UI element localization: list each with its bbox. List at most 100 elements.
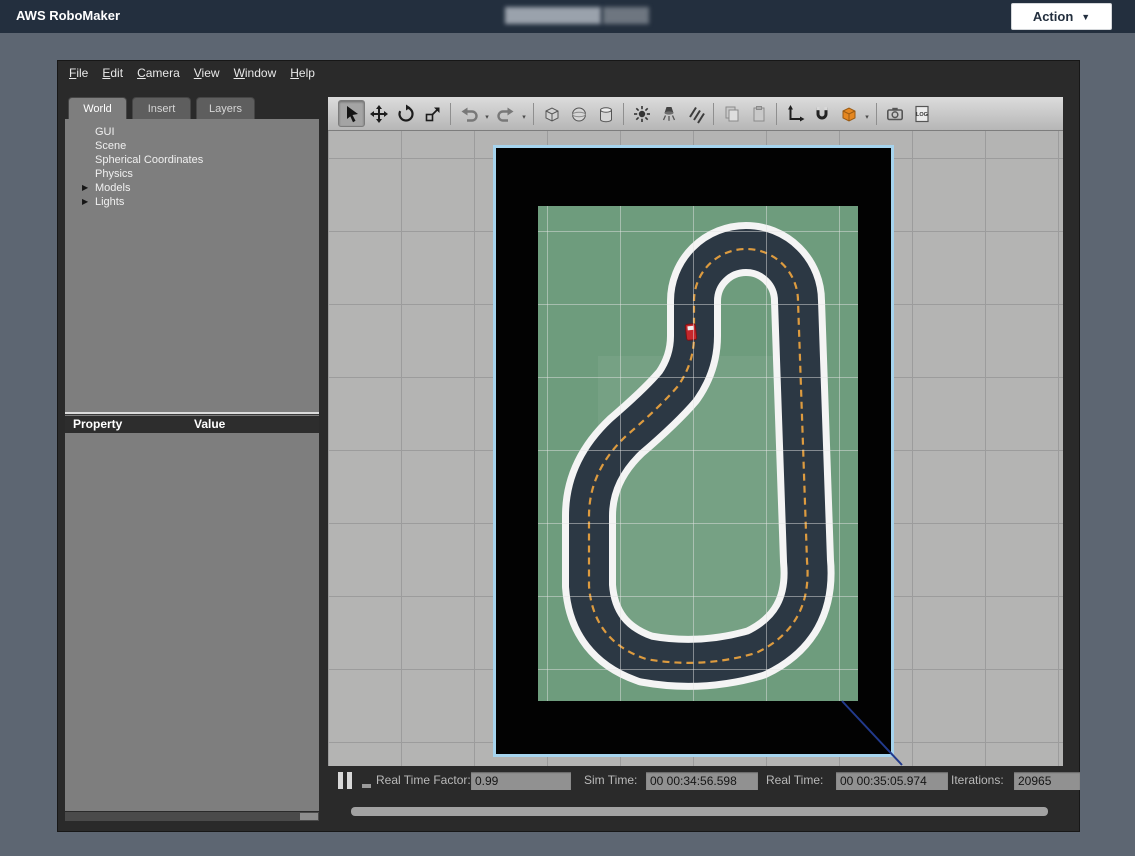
tree-item-label: Spherical Coordinates — [95, 154, 203, 166]
menubar: File Edit Camera View Window Help — [58, 61, 1079, 85]
tree-item-label: Lights — [95, 196, 124, 208]
panel-splitter[interactable] — [65, 412, 319, 415]
scale-icon — [423, 104, 443, 124]
tree-item-label: GUI — [95, 126, 115, 138]
screenshot-camera-icon — [885, 104, 905, 124]
scale-tool-button[interactable] — [419, 100, 446, 127]
redacted-block — [505, 7, 601, 24]
expand-arrow-icon[interactable]: ▶ — [82, 195, 88, 209]
menu-help[interactable]: Help — [283, 63, 322, 83]
scrollbar-thumb[interactable] — [351, 807, 1048, 816]
view-angle-button[interactable] — [835, 100, 862, 127]
panel-tabs: World Insert Layers — [68, 97, 255, 119]
insert-cylinder-button[interactable] — [592, 100, 619, 127]
expand-arrow-icon[interactable]: ▶ — [82, 181, 88, 195]
view-angle-dropdown-caret-icon[interactable]: ▾ — [862, 100, 872, 127]
tab-world[interactable]: World — [68, 97, 127, 119]
iterations-value: 20965 — [1014, 772, 1080, 790]
world-panel: GUI Scene Spherical Coordinates Physics … — [65, 119, 319, 811]
track-floor — [538, 206, 858, 701]
translate-icon — [369, 104, 389, 124]
paste-icon — [749, 104, 769, 124]
toolbar-separator — [713, 103, 714, 125]
redo-icon — [496, 104, 516, 124]
point-light-icon — [632, 104, 652, 124]
undo-button[interactable] — [455, 100, 482, 127]
tree-item-label: Scene — [95, 140, 126, 152]
action-button-label: Action — [1033, 9, 1073, 24]
app-title: AWS RoboMaker — [16, 8, 120, 23]
real-time-factor-label: Real Time Factor: — [376, 773, 471, 787]
tree-item-label: Models — [95, 182, 130, 194]
box-icon — [542, 104, 562, 124]
menu-view[interactable]: View — [187, 63, 227, 83]
menu-file[interactable]: File — [62, 63, 95, 83]
real-time-factor-value: 0.99 — [471, 772, 571, 790]
translate-tool-button[interactable] — [365, 100, 392, 127]
directional-light-button[interactable] — [682, 100, 709, 127]
redacted-block — [603, 7, 649, 24]
select-arrow-icon — [342, 104, 362, 124]
real-time-label: Real Time: — [766, 773, 823, 787]
resize-grip[interactable] — [300, 813, 318, 820]
panel-scrollbar[interactable] — [65, 812, 319, 821]
tree-item-physics[interactable]: Physics — [65, 167, 319, 181]
log-icon-label: LOG — [916, 112, 928, 118]
tree-item-gui[interactable]: GUI — [65, 125, 319, 139]
insert-sphere-button[interactable] — [565, 100, 592, 127]
iterations-label: Iterations: — [951, 773, 1004, 787]
log-button[interactable]: LOG — [908, 100, 935, 127]
tree-item-lights[interactable]: ▶ Lights — [65, 195, 319, 209]
simulation-viewport: ▾ ▾ — [328, 97, 1063, 766]
screenshot-button[interactable] — [881, 100, 908, 127]
toolbar-separator — [776, 103, 777, 125]
step-button[interactable] — [362, 784, 371, 788]
world-tree: GUI Scene Spherical Coordinates Physics … — [65, 125, 319, 209]
tab-insert[interactable]: Insert — [132, 97, 191, 119]
sim-time-label: Sim Time: — [584, 773, 637, 787]
property-table-header: Property Value — [65, 416, 319, 433]
snap-button[interactable] — [808, 100, 835, 127]
menu-camera[interactable]: Camera — [130, 63, 187, 83]
rotate-tool-button[interactable] — [392, 100, 419, 127]
cylinder-icon — [596, 104, 616, 124]
tree-item-models[interactable]: ▶ Models — [65, 181, 319, 195]
action-button[interactable]: Action ▼ — [1011, 3, 1112, 30]
horizontal-scrollbar[interactable] — [346, 806, 1058, 817]
tree-item-scene[interactable]: Scene — [65, 139, 319, 153]
pause-button[interactable] — [338, 772, 356, 790]
log-icon: LOG — [912, 104, 932, 124]
world-boundary — [493, 145, 894, 757]
undo-dropdown-caret-icon[interactable]: ▾ — [482, 100, 492, 127]
undo-icon — [459, 104, 479, 124]
point-light-button[interactable] — [628, 100, 655, 127]
viewport-toolbar: ▾ ▾ — [328, 97, 1063, 131]
tab-layers[interactable]: Layers — [196, 97, 255, 119]
align-button[interactable] — [781, 100, 808, 127]
toolbar-separator — [623, 103, 624, 125]
view-angle-cube-icon — [839, 104, 859, 124]
menu-window[interactable]: Window — [227, 63, 284, 83]
sim-time-value: 00 00:34:56.598 — [646, 772, 758, 790]
copy-icon — [722, 104, 742, 124]
tree-item-spherical-coordinates[interactable]: Spherical Coordinates — [65, 153, 319, 167]
insert-box-button[interactable] — [538, 100, 565, 127]
robot-car — [685, 324, 697, 341]
copy-button[interactable] — [718, 100, 745, 127]
paste-button[interactable] — [745, 100, 772, 127]
directional-light-icon — [686, 104, 706, 124]
simulation-statusbar: Real Time Factor: 0.99 Sim Time: 00 00:3… — [58, 769, 1079, 795]
real-time-value: 00 00:35:05.974 — [836, 772, 948, 790]
sphere-icon — [569, 104, 589, 124]
snap-magnet-icon — [812, 104, 832, 124]
redo-button[interactable] — [492, 100, 519, 127]
aws-topbar: AWS RoboMaker Action ▼ — [0, 0, 1135, 33]
spot-light-button[interactable] — [655, 100, 682, 127]
toolbar-separator — [876, 103, 877, 125]
select-tool-button[interactable] — [338, 100, 365, 127]
toolbar-separator — [450, 103, 451, 125]
menu-edit[interactable]: Edit — [95, 63, 130, 83]
property-column-header: Property — [73, 417, 122, 431]
redo-dropdown-caret-icon[interactable]: ▾ — [519, 100, 529, 127]
3d-canvas[interactable] — [328, 131, 1063, 766]
